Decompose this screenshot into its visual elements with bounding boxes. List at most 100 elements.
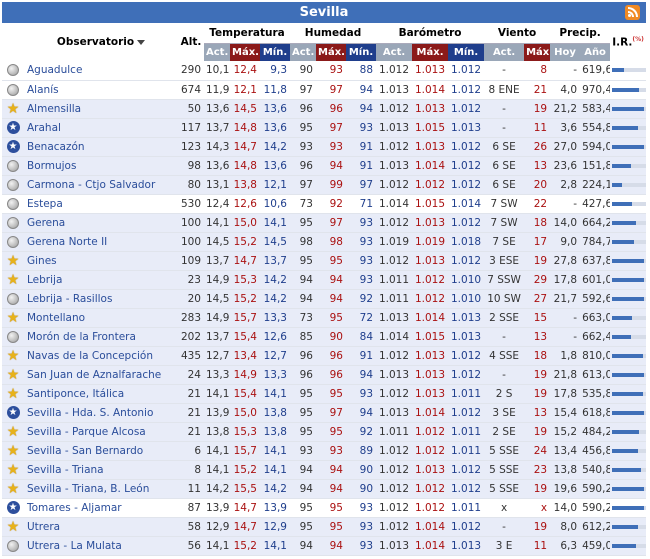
cell-b-min: 1.011 (448, 384, 485, 403)
cell-t-max: 15,2 (230, 232, 260, 251)
ir-bar-track (612, 524, 647, 529)
cell-alt: 80 (178, 175, 204, 194)
cell-p-ano: 484,2 (580, 422, 611, 441)
cell-b-act: 1.011 (376, 422, 413, 441)
header-alt[interactable]: Alt. (178, 23, 204, 61)
precip-hoy[interactable]: Hoy (550, 43, 581, 61)
ir-cell (610, 118, 647, 137)
sort-down-icon[interactable] (137, 39, 146, 45)
cell-w-max: 13 (524, 403, 551, 422)
ir-bar (612, 125, 639, 130)
station-name-link[interactable]: Tomares - Aljamar (24, 498, 178, 517)
cell-h-max: 95 (316, 517, 346, 536)
ir-cell (610, 194, 647, 213)
cell-alt: 202 (178, 327, 204, 346)
station-name-link[interactable]: Gerena Norte II (24, 232, 178, 251)
station-name-link[interactable]: Lebrija (24, 270, 178, 289)
hum-max[interactable]: Máx. (316, 43, 346, 61)
header-ir[interactable]: I.R.(%) (610, 23, 647, 61)
cell-b-min: 1.012 (448, 403, 485, 422)
baro-max[interactable]: Máx. (412, 43, 449, 61)
wind-act[interactable]: Act. (484, 43, 525, 61)
station-name-link[interactable]: Alanís (24, 80, 178, 99)
station-name-link[interactable]: Sevilla - Hda. S. Antonio (24, 403, 178, 422)
station-name-link[interactable]: Estepa (24, 194, 178, 213)
station-name-link[interactable]: Sevilla - San Bernardo (24, 441, 178, 460)
cell-h-min: 93 (346, 213, 377, 232)
cell-p-ano: 535,8 (580, 384, 611, 403)
cell-t-min: 14,2 (260, 479, 290, 498)
table-row: ★ Almensilla 50 13,6 14,5 13,6 96 96 94 1.012 1.01… (2, 99, 647, 118)
station-name-link[interactable]: Arahal (24, 118, 178, 137)
cell-t-max: 14,5 (230, 99, 260, 118)
cell-t-act: 13,9 (204, 498, 230, 517)
cell-h-act: 95 (290, 517, 316, 536)
cell-h-min: 93 (346, 498, 377, 517)
station-name-link[interactable]: Gerena (24, 213, 178, 232)
station-name-link[interactable]: Gines (24, 251, 178, 270)
hum-act[interactable]: Act. (290, 43, 316, 61)
cell-t-max: 15,5 (230, 479, 260, 498)
precip-ano[interactable]: Año (580, 43, 611, 61)
cell-b-act: 1.013 (376, 365, 413, 384)
station-star-icon: ★ (6, 423, 20, 440)
baro-min[interactable]: Mín. (448, 43, 485, 61)
header-temperatura: Temperatura (204, 23, 290, 44)
cell-t-max: 15,3 (230, 270, 260, 289)
station-name-link[interactable]: Navas de la Concepción (24, 346, 178, 365)
rss-icon[interactable] (625, 5, 640, 20)
ir-bar-track (612, 505, 647, 510)
station-name-link[interactable]: Sevilla - Triana, B. León (24, 479, 178, 498)
cell-t-min: 13,9 (260, 498, 290, 517)
station-circle-icon (7, 216, 19, 229)
station-icon-cell: ★ (2, 517, 24, 536)
header-observatorio[interactable]: Observatorio (24, 23, 178, 61)
station-name-link[interactable]: Lebrija - Rasillos (24, 289, 178, 308)
cell-alt: 8 (178, 460, 204, 479)
cell-w-max: 8 (524, 61, 551, 80)
cell-alt: 21 (178, 384, 204, 403)
cell-w-max: 27 (524, 289, 551, 308)
station-name-link[interactable]: Santiponce, Itálica (24, 384, 178, 403)
cell-h-min: 84 (346, 327, 377, 346)
station-name-link[interactable]: Utrera - La Mulata (24, 536, 178, 555)
cell-t-max: 14,7 (230, 517, 260, 536)
cell-h-max: 95 (316, 384, 346, 403)
cell-t-min: 14,1 (260, 536, 290, 555)
cell-t-act: 14,9 (204, 270, 230, 289)
station-name-link[interactable]: Utrera (24, 517, 178, 536)
cell-t-max: 12,1 (230, 80, 260, 99)
temp-min[interactable]: Mín. (260, 43, 290, 61)
station-star-icon: ★ (6, 442, 20, 459)
temp-max[interactable]: Máx. (230, 43, 260, 61)
cell-t-act: 13,6 (204, 156, 230, 175)
cell-b-min: 1.012 (448, 365, 485, 384)
cell-h-act: 94 (290, 479, 316, 498)
station-name-link[interactable]: Morón de la Frontera (24, 327, 178, 346)
cell-w-act: 2 S (484, 384, 525, 403)
wind-max[interactable]: Máx. (524, 43, 551, 61)
cell-t-min: 13,7 (260, 251, 290, 270)
cell-p-ano: 224,1 (580, 175, 611, 194)
cell-t-min: 13,3 (260, 365, 290, 384)
cell-b-act: 1.013 (376, 536, 413, 555)
ir-bar (612, 429, 640, 434)
station-name-link[interactable]: Bormujos (24, 156, 178, 175)
station-name-link[interactable]: Sevilla - Triana (24, 460, 178, 479)
baro-act[interactable]: Act. (376, 43, 413, 61)
cell-t-min: 12,6 (260, 327, 290, 346)
station-name-link[interactable]: Aguadulce (24, 61, 178, 80)
station-name-link[interactable]: San Juan de Aznalfarache (24, 365, 178, 384)
station-name-link[interactable]: Benacazón (24, 137, 178, 156)
station-name-link[interactable]: Almensilla (24, 99, 178, 118)
cell-b-min: 1.010 (448, 289, 485, 308)
cell-alt: 530 (178, 194, 204, 213)
station-name-link[interactable]: Montellano (24, 308, 178, 327)
hum-min[interactable]: Mín. (346, 43, 377, 61)
cell-h-min: 97 (346, 175, 377, 194)
temp-act[interactable]: Act. (204, 43, 230, 61)
station-name-link[interactable]: Carmona - Ctjo Salvador (24, 175, 178, 194)
station-name-link[interactable]: Sevilla - Parque Alcosa (24, 422, 178, 441)
table-row: ★ Montellano 283 14,9 15,7 13,3 73 95 72 1.013 1.0… (2, 308, 647, 327)
cell-alt: 11 (178, 479, 204, 498)
